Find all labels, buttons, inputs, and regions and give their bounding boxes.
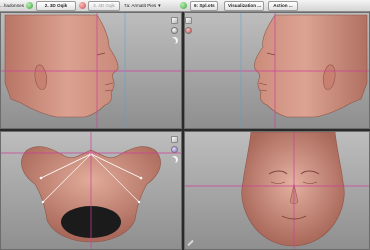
step-status-green-icon-2 [180,2,187,9]
view-cube-icon-bl[interactable] [171,136,178,143]
viewport-bottom-right[interactable] [184,131,370,250]
step-4d-oqik-button[interactable]: 3. 4D Oqik [88,1,120,11]
underside-head-model[interactable] [1,132,182,250]
toolbar-item-hadonnes[interactable]: ...hadonnes [0,1,24,11]
right-profile-head-model[interactable] [1,13,182,129]
left-profile-head-model[interactable] [185,13,370,129]
viewport-tools-right [185,17,194,37]
armatit-pies-dropdown[interactable]: 7a: Armatit Pies ▾ [124,1,161,11]
view-cube-icon-right[interactable] [185,17,192,24]
splots-button[interactable]: 6: Spl.ots [190,1,218,11]
shading-sphere-red-icon[interactable] [185,27,192,34]
viewport-top-right[interactable] [184,12,370,129]
frontal-head-model[interactable] [185,132,370,250]
action-button[interactable]: Action ... [268,1,298,11]
light-moon-icon[interactable] [171,37,178,44]
viewport-tools-bottom-left [171,136,180,166]
step-3d-oqik-button[interactable]: 2. 3D Oqik [36,1,76,11]
step-status-green-icon [26,2,33,9]
shading-sphere-purple-icon[interactable] [171,146,178,153]
view-cube-icon[interactable] [171,17,178,24]
visualization-button[interactable]: Visualization ... [224,1,264,11]
chevron-down-icon: ▾ [158,3,161,9]
viewport-top-left[interactable] [0,12,182,129]
viewport-tools [171,17,180,47]
shading-sphere-icon[interactable] [171,27,178,34]
light-moon-icon-bl[interactable] [171,156,178,163]
step-status-red-icon [79,2,86,9]
viewport-bottom-left[interactable] [0,131,182,250]
workflow-toolbar: ...hadonnes 2. 3D Oqik 3. 4D Oqik 7a: Ar… [0,0,370,12]
armatit-pies-label: 7a: Armatit Pies [124,3,157,8]
